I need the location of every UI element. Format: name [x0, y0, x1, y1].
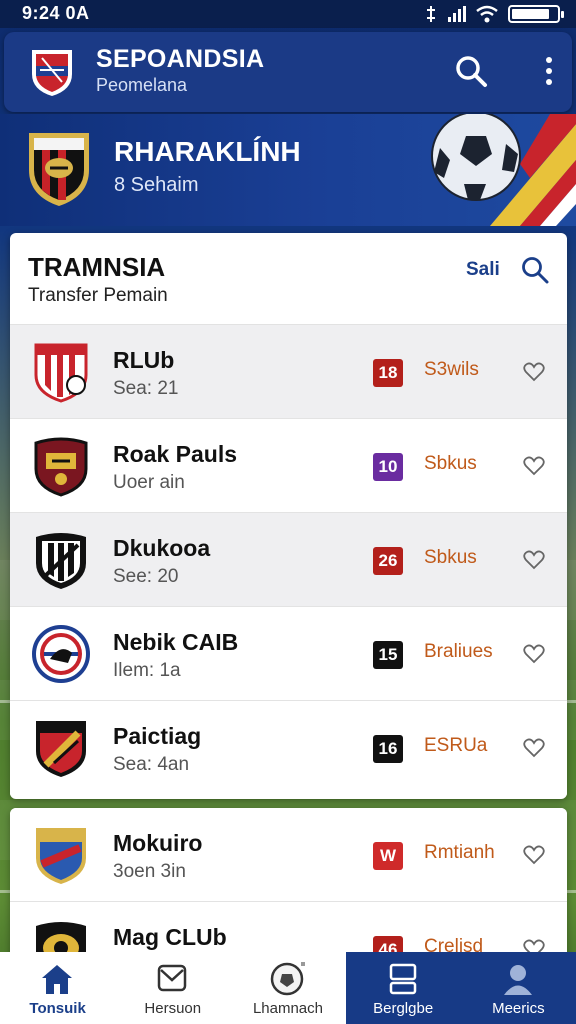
nav-tab-label: Meerics: [492, 1000, 545, 1017]
club-season: 8 Sehaim: [114, 174, 199, 196]
club-meta: 3oen 3in: [113, 861, 186, 882]
nav-tab-label: Berglgbe: [373, 1000, 434, 1017]
battery-icon: [508, 5, 564, 23]
search-icon[interactable]: [454, 54, 488, 88]
battery-level: [512, 9, 549, 19]
transfer-status: Rmtianh: [424, 842, 495, 863]
jersey-number-badge: 26: [373, 547, 403, 575]
jersey-number-badge: 18: [373, 359, 403, 387]
list-search-icon[interactable]: [520, 255, 550, 285]
soccer-ball-icon: [431, 114, 576, 226]
club-meta: Ilem: 1a: [113, 660, 181, 681]
club-name: Mokuiro: [113, 830, 203, 856]
status-icons: [424, 5, 564, 23]
nav-tab-home[interactable]: Tonsuik: [0, 952, 115, 1024]
nav-tab-matches[interactable]: Lhamnach: [230, 952, 345, 1024]
club-crest-icon: [32, 625, 90, 683]
list-title: TRAMNSIA: [28, 252, 166, 282]
app-title: SEPOANDSIA: [96, 45, 265, 73]
club-name: Roak Pauls: [113, 441, 237, 467]
home-icon: [42, 965, 72, 994]
app-logo-icon: [32, 50, 72, 96]
club-crest-icon: [36, 828, 86, 884]
list-action-link[interactable]: Sali: [466, 259, 500, 281]
club-name: Mag CLUb: [113, 924, 227, 950]
list-item[interactable]: Mag CLUb 46 Crelisd: [10, 902, 567, 958]
bottom-navigation: Tonsuik Hersuon Lhamnach Berglgbe Meeric…: [0, 952, 576, 1024]
jersey-number-badge: W: [373, 842, 403, 870]
club-meta: See: 20: [113, 566, 179, 587]
nav-tab-label: Hersuon: [144, 1000, 202, 1017]
club-hero-banner: RHARAKLÍNH 8 Sehaim: [0, 114, 576, 226]
club-name: Dkukooa: [113, 535, 211, 561]
club-crest-icon: [36, 721, 86, 777]
app-subtitle: Peomelana: [96, 75, 188, 95]
status-bar: 9:24 0A: [0, 0, 576, 28]
list-item[interactable]: Paictiag Sea: 4an 16 ESRUa: [10, 701, 567, 795]
club-name: RHARAKLÍNH: [114, 136, 301, 167]
favorite-heart-icon[interactable]: [523, 844, 545, 866]
list-item[interactable]: Nebik CAIB Ilem: 1a 15 Braliues: [10, 607, 567, 701]
transfer-status: Sbkus: [424, 547, 477, 568]
favorite-heart-icon[interactable]: [523, 737, 545, 759]
list-item[interactable]: Mokuiro 3oen 3in W Rmtianh: [10, 808, 567, 902]
jersey-number-badge: 10: [373, 453, 403, 481]
club-name: Paictiag: [113, 723, 202, 749]
more-options-icon[interactable]: [536, 54, 562, 88]
data-sync-icon: [427, 6, 435, 22]
app-header: SEPOANDSIA Peomelana: [4, 32, 572, 112]
list-item[interactable]: Dkukooa See: 20 26 Sbkus: [10, 513, 567, 607]
clock: 9:24 0A: [22, 3, 90, 23]
ball-icon: [271, 962, 306, 996]
transfer-status: S3wils: [424, 359, 479, 380]
transfer-status: ESRUa: [424, 735, 488, 756]
layers-icon: [389, 963, 416, 995]
favorite-heart-icon[interactable]: [523, 549, 545, 571]
profile-icon: [503, 965, 532, 995]
signal-icon: [448, 6, 466, 22]
club-name: Nebik CAIB: [113, 629, 239, 655]
jersey-number-badge: 15: [373, 641, 403, 669]
nav-tab-label: Lhamnach: [252, 1000, 323, 1017]
club-name: RLUb: [113, 347, 175, 373]
club-meta: Uoer ain: [113, 472, 185, 493]
transfer-list-card: TRAMNSIA Transfer Pemain Sali RLUb Sea: …: [10, 233, 567, 799]
club-meta: Sea: 21: [113, 378, 179, 399]
club-crest-icon: [34, 343, 88, 403]
list-item[interactable]: RLUb Sea: 21 18 S3wils: [10, 325, 567, 419]
nav-tab-profile[interactable]: Meerics: [460, 952, 576, 1024]
club-crest-icon: [29, 133, 89, 206]
nav-tab-messages[interactable]: Hersuon: [115, 952, 230, 1024]
list-item[interactable]: Roak Pauls Uoer ain 10 Sbkus: [10, 419, 567, 513]
club-crest-icon: [34, 437, 88, 497]
transfer-list-card-more: Mokuiro 3oen 3in W Rmtianh Mag CLUb 46 C…: [10, 808, 567, 958]
transfer-status: Sbkus: [424, 453, 477, 474]
list-subtitle: Transfer Pemain: [28, 285, 168, 306]
transfer-status: Braliues: [424, 641, 493, 662]
jersey-number-badge: 16: [373, 735, 403, 763]
wifi-icon: [476, 5, 498, 23]
favorite-heart-icon[interactable]: [523, 361, 545, 383]
nav-tab-standings[interactable]: Berglgbe: [345, 952, 461, 1024]
nav-tab-label: Tonsuik: [29, 1000, 86, 1017]
list-header: TRAMNSIA Transfer Pemain Sali: [10, 233, 567, 325]
favorite-heart-icon[interactable]: [523, 455, 545, 477]
favorite-heart-icon[interactable]: [523, 643, 545, 665]
club-crest-icon: [36, 533, 86, 589]
message-icon: [157, 964, 187, 992]
club-meta: Sea: 4an: [113, 754, 190, 775]
